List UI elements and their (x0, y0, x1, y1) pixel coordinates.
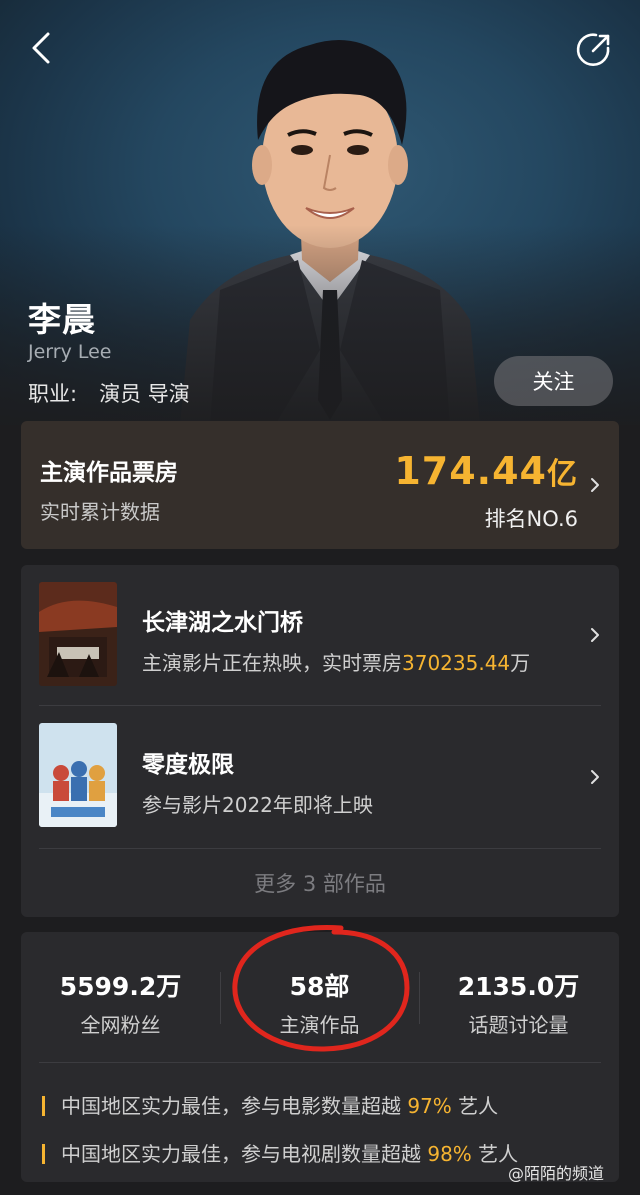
stat-fans: 5599.2万 全网粉丝 (21, 967, 220, 1038)
occupation-label: 职业: (28, 382, 78, 406)
chevron-right-icon (591, 770, 599, 784)
stat-label: 全网粉丝 (80, 1013, 161, 1037)
fact-bar (42, 1096, 45, 1116)
movie-desc: 参与影片2022年即将上映 (142, 789, 373, 818)
stat-label: 话题讨论量 (468, 1013, 569, 1037)
works-card: 长津湖之水门桥 主演影片正在热映，实时票房370235.44万 零度极限 参与影… (21, 565, 619, 917)
red-circle-annotation (232, 924, 410, 1052)
follow-button[interactable]: 关注 (494, 356, 613, 406)
fact-bar (42, 1144, 45, 1164)
movie-poster (39, 723, 117, 827)
stat-value: 5599.2万 (59, 972, 182, 1001)
movie-desc-text: 参与影片2022年即将上映 (142, 793, 373, 817)
movie-desc: 主演影片正在热映，实时票房370235.44万 (142, 647, 530, 676)
box-office-rank: 排名NO.6 (484, 507, 578, 531)
person-english-name: Jerry Lee (28, 341, 112, 363)
movie-box-office: 370235.44 (402, 651, 511, 675)
share-icon[interactable] (572, 28, 616, 72)
divider (39, 1062, 601, 1063)
stat-value: 2135.0万 (457, 972, 580, 1001)
divider (39, 848, 601, 849)
box-office-amount: 174.44亿 (394, 449, 578, 493)
fact-row: 中国地区实力最佳，参与电影数量超越 97% 艺人 (42, 1090, 498, 1119)
chevron-right-icon (591, 628, 599, 642)
watermark: @陌陌的频道 (508, 1164, 605, 1183)
fact-percent: 98% (427, 1142, 472, 1166)
occupation-row: 职业: 演员 导演 (28, 378, 190, 408)
person-name: 李晨 (28, 300, 96, 339)
box-office-subtitle: 实时累计数据 (40, 500, 160, 524)
box-office-card[interactable]: 主演作品票房 实时累计数据 174.44亿 排名NO.6 (21, 421, 619, 549)
movie-title: 零度极限 (142, 752, 234, 778)
divider (39, 705, 601, 706)
chevron-right-icon (591, 478, 599, 492)
movie-poster (39, 582, 117, 686)
movie-desc-text: 主演影片正在热映，实时票房 (142, 651, 402, 675)
fact-percent: 97% (407, 1094, 452, 1118)
movie-title: 长津湖之水门桥 (142, 610, 303, 636)
fact-text: 中国地区实力最佳，参与电影数量超越 (61, 1094, 401, 1118)
back-icon[interactable] (22, 28, 62, 68)
occupation-value: 演员 导演 (99, 382, 190, 406)
movie-item[interactable]: 零度极限 参与影片2022年即将上映 (21, 707, 619, 847)
box-office-value: 174.44 (394, 449, 547, 493)
more-works-link[interactable]: 更多 3 部作品 (21, 868, 619, 898)
stat-discussion: 2135.0万 话题讨论量 (419, 967, 618, 1038)
movie-item[interactable]: 长津湖之水门桥 主演影片正在热映，实时票房370235.44万 (21, 565, 619, 705)
fact-text: 中国地区实力最佳，参与电视剧数量超越 (61, 1142, 421, 1166)
fact-suffix: 艺人 (458, 1094, 499, 1118)
fact-row: 中国地区实力最佳，参与电视剧数量超越 98% 艺人 (42, 1138, 518, 1167)
box-office-unit: 亿 (547, 457, 578, 492)
movie-desc-unit: 万 (510, 651, 531, 675)
box-office-title: 主演作品票房 (40, 460, 178, 486)
